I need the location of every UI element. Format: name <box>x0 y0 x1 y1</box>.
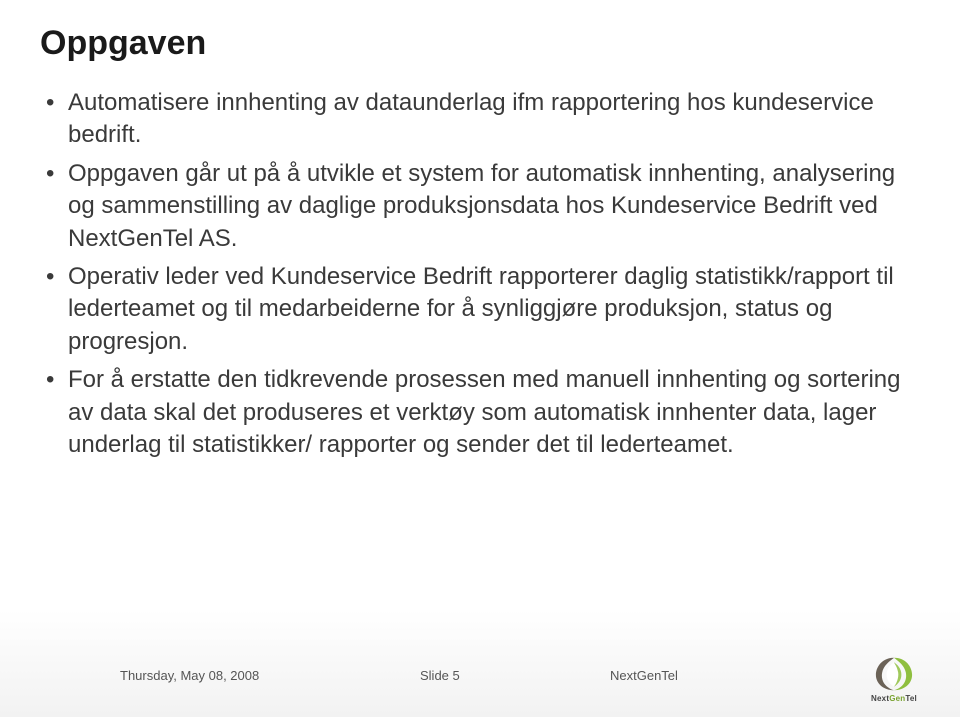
slide: Oppgaven Automatisere innhenting av data… <box>0 0 960 717</box>
logo-brand-green: Gen <box>889 694 905 703</box>
slide-title: Oppgaven <box>40 24 920 63</box>
footer-slide-number: Slide 5 <box>420 668 610 683</box>
brand-logo: NextGenTel <box>864 651 924 703</box>
logo-brand-text: NextGenTel <box>871 694 917 703</box>
bullet-item: Oppgaven går ut på å utvikle et system f… <box>40 158 920 255</box>
slide-footer: Thursday, May 08, 2008 Slide 5 NextGenTe… <box>0 655 960 695</box>
bullet-list: Automatisere innhenting av dataunderlag … <box>40 87 920 461</box>
logo-swirl-icon <box>872 655 916 693</box>
bullet-item: Operativ leder ved Kundeservice Bedrift … <box>40 261 920 358</box>
logo-brand-prefix: Next <box>871 694 889 703</box>
bullet-item: Automatisere innhenting av dataunderlag … <box>40 87 920 152</box>
bullet-item: For å erstatte den tidkrevende prosessen… <box>40 364 920 461</box>
footer-date: Thursday, May 08, 2008 <box>40 668 420 683</box>
logo-brand-suffix: Tel <box>905 694 917 703</box>
